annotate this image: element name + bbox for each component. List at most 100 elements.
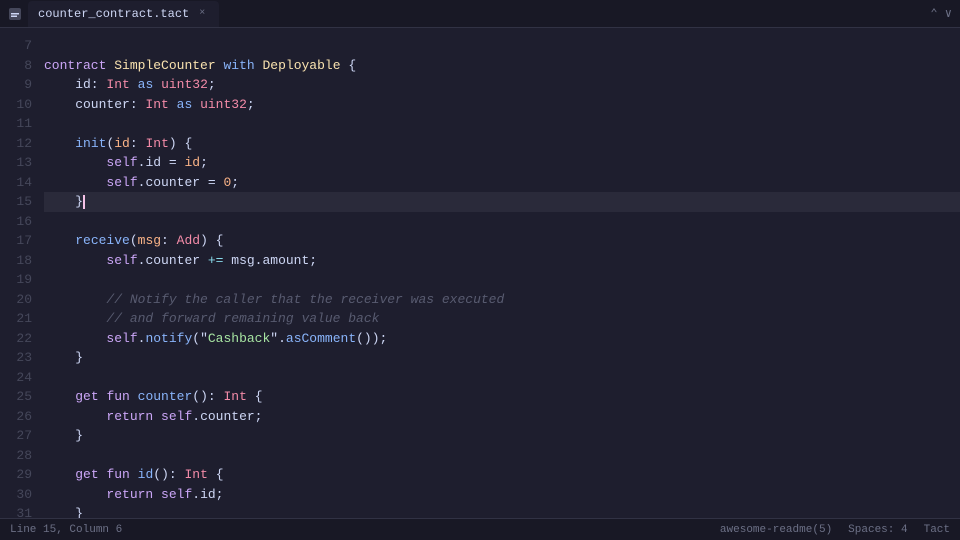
token-kw2: as (177, 95, 193, 115)
token-plain: { (247, 387, 263, 407)
line-number: 16 (0, 212, 32, 232)
code-line: return self.counter; (44, 407, 960, 427)
line-number: 7 (0, 36, 32, 56)
line-number: 14 (0, 173, 32, 193)
token-plain (99, 387, 107, 407)
token-plain: .id = (138, 153, 185, 173)
code-line: receive(msg: Add) { (44, 231, 960, 251)
line-number: 28 (0, 446, 32, 466)
tab-close-icon[interactable]: × (195, 7, 209, 21)
token-plain: . (138, 329, 146, 349)
token-plain: : (130, 134, 146, 154)
code-line: init(id: Int) { (44, 134, 960, 154)
token-kw2: as (138, 75, 154, 95)
token-plain (44, 173, 106, 193)
token-fn: id (138, 465, 154, 485)
token-plain: counter: (44, 95, 145, 115)
code-area[interactable]: contract SimpleCounter with Deployable {… (40, 28, 960, 518)
code-line: } (44, 192, 960, 212)
line-number: 15 (0, 192, 32, 212)
code-line: } (44, 426, 960, 446)
token-plain: id: (44, 75, 106, 95)
token-plain: .counter = (138, 173, 224, 193)
token-plain: (): (153, 465, 184, 485)
token-class-name: Deployable (263, 56, 341, 76)
token-type: uint32 (200, 95, 247, 115)
code-line: counter: Int as uint32; (44, 95, 960, 115)
token-type: uint32 (161, 75, 208, 95)
token-kw: return (106, 485, 153, 505)
token-plain: } (44, 348, 83, 368)
token-param: id (114, 134, 130, 154)
code-line (44, 446, 960, 466)
token-comment: // Notify the caller that the receiver w… (44, 290, 504, 310)
window-icon (8, 7, 22, 21)
token-plain: ) { (169, 134, 192, 154)
token-plain (153, 75, 161, 95)
cursor-position: Line 15, Column 6 (10, 524, 122, 536)
editor-tab[interactable]: counter_contract.tact × (28, 1, 219, 27)
token-plain: } (44, 426, 83, 446)
token-plain (130, 465, 138, 485)
token-plain: ". (270, 329, 286, 349)
code-line: get fun id(): Int { (44, 465, 960, 485)
token-plain: ; (208, 75, 216, 95)
code-line (44, 368, 960, 388)
token-self-kw: self (161, 485, 192, 505)
token-plain (44, 251, 106, 271)
token-plain: (): (192, 387, 223, 407)
editor: 7891011121314151617181920212223242526272… (0, 28, 960, 518)
line-number: 24 (0, 368, 32, 388)
line-number: 29 (0, 465, 32, 485)
code-line: get fun counter(): Int { (44, 387, 960, 407)
token-method: asComment (286, 329, 356, 349)
token-plain (44, 485, 106, 505)
token-plain (153, 485, 161, 505)
token-plain: { (341, 56, 357, 76)
line-number: 9 (0, 75, 32, 95)
token-plain (216, 56, 224, 76)
token-plain: ; (247, 95, 255, 115)
token-type: Int (145, 134, 168, 154)
plugin-name: awesome-readme(5) (720, 524, 832, 536)
token-type: Int (145, 95, 168, 115)
token-plain (44, 465, 75, 485)
code-line: contract SimpleCounter with Deployable { (44, 56, 960, 76)
token-kw: fun (106, 465, 129, 485)
token-method: notify (145, 329, 192, 349)
token-msg: Add (177, 231, 200, 251)
spaces-indicator: Spaces: 4 (848, 524, 907, 536)
token-fn: receive (75, 231, 130, 251)
token-plain (153, 407, 161, 427)
token-plain: (" (192, 329, 208, 349)
line-number: 18 (0, 251, 32, 271)
title-bar-right: ⌃ ∨ (930, 6, 952, 21)
token-self-kw: self (106, 173, 137, 193)
token-plain (44, 329, 106, 349)
token-op: += (208, 251, 224, 271)
code-line: // Notify the caller that the receiver w… (44, 290, 960, 310)
language-indicator: Tact (924, 524, 950, 536)
token-kw: get (75, 387, 98, 407)
token-plain: ) { (200, 231, 223, 251)
token-plain: msg.amount; (223, 251, 317, 271)
token-kw2: with (223, 56, 254, 76)
line-number: 8 (0, 56, 32, 76)
token-plain: .counter; (192, 407, 262, 427)
code-line (44, 270, 960, 290)
token-fn: counter (138, 387, 193, 407)
token-comment: // and forward remaining value back (44, 309, 379, 329)
line-number: 21 (0, 309, 32, 329)
code-line: return self.id; (44, 485, 960, 505)
line-number: 12 (0, 134, 32, 154)
line-number: 10 (0, 95, 32, 115)
token-plain: } (44, 504, 83, 518)
token-num: 0 (223, 173, 231, 193)
line-number: 22 (0, 329, 32, 349)
token-plain (99, 465, 107, 485)
status-right: awesome-readme(5) Spaces: 4 Tact (720, 524, 950, 536)
token-kw: return (106, 407, 153, 427)
title-bar-arrows: ⌃ ∨ (930, 6, 952, 21)
token-plain: .counter (138, 251, 208, 271)
line-number: 17 (0, 231, 32, 251)
